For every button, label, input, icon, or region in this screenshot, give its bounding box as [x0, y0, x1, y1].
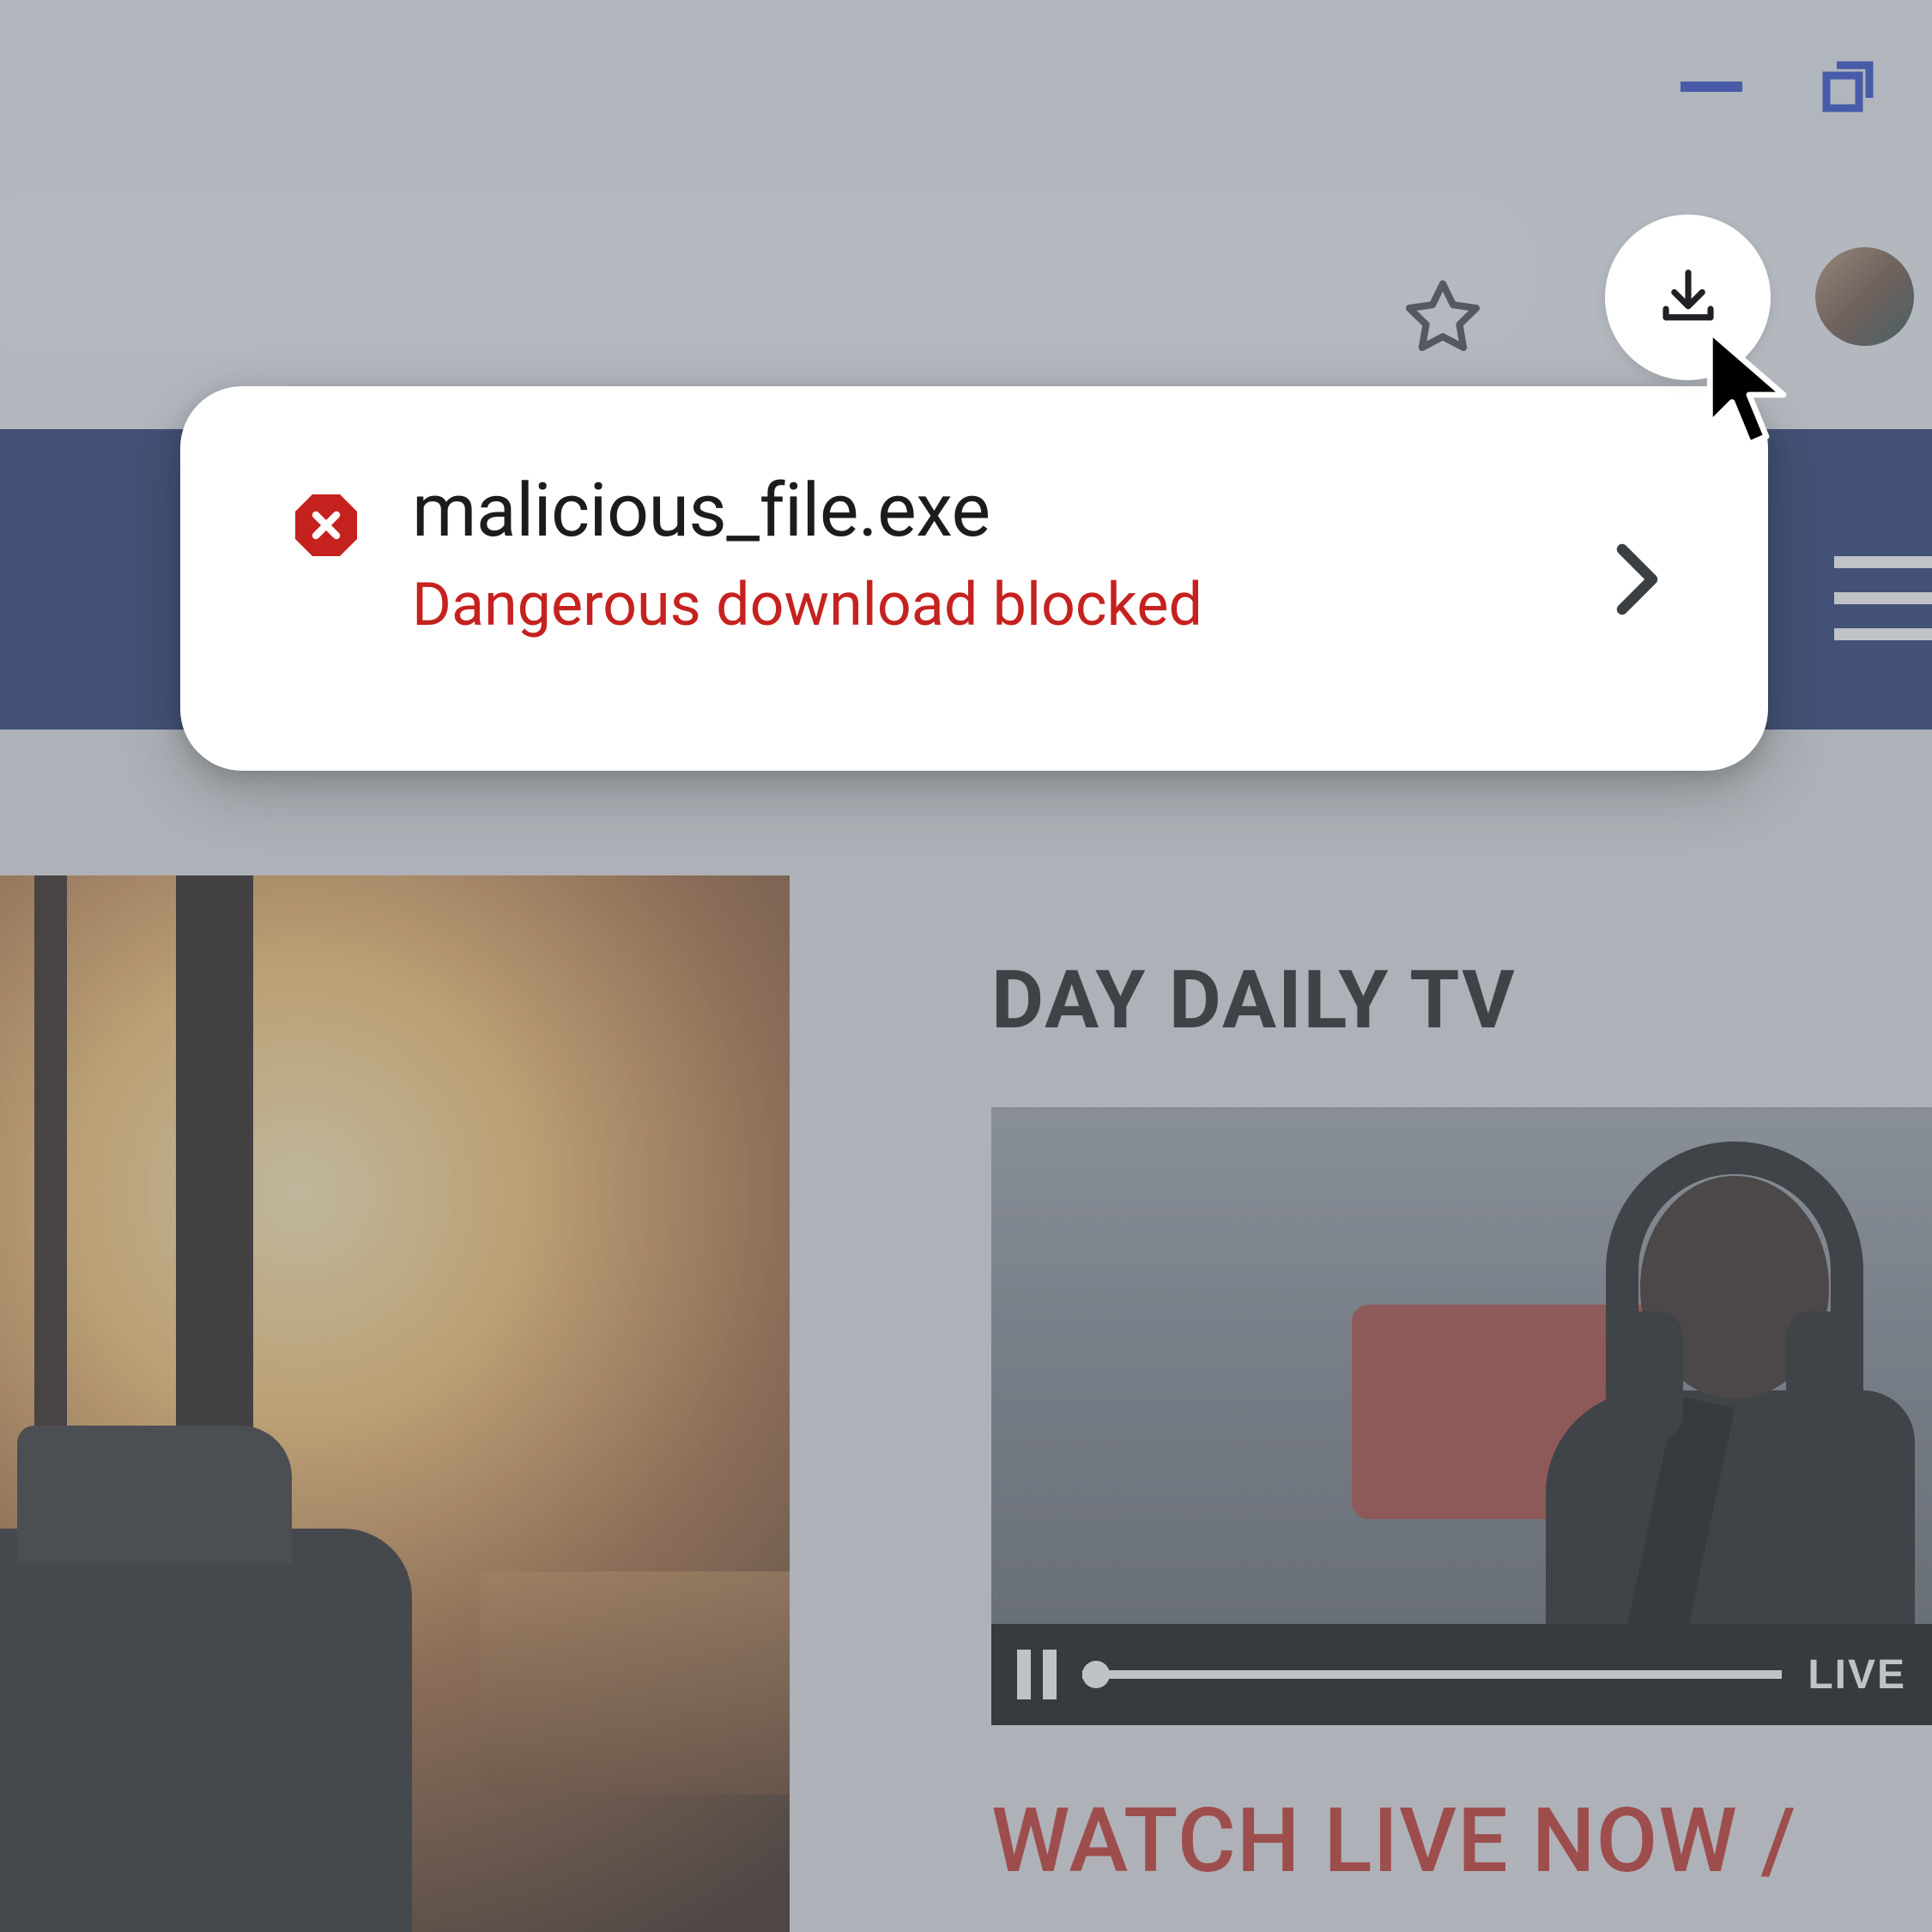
address-bar[interactable]: [0, 196, 1536, 350]
pause-icon[interactable]: [1017, 1650, 1057, 1699]
stop-octagon-icon: [292, 491, 360, 560]
mouse-cursor: [1698, 326, 1801, 467]
profile-avatar[interactable]: [1815, 247, 1914, 346]
live-video-thumbnail[interactable]: LIVE: [991, 1107, 1932, 1725]
video-progress[interactable]: [1082, 1670, 1782, 1679]
article-hero-image: [0, 875, 790, 1932]
chevron-right-icon[interactable]: [1614, 541, 1665, 621]
watch-live-link[interactable]: WATCH LIVE NOW /: [991, 1790, 1796, 1893]
maximize-icon[interactable]: [1821, 60, 1876, 115]
hamburger-icon[interactable]: [1834, 532, 1932, 664]
video-controls: LIVE: [991, 1624, 1932, 1725]
download-filename: malicious_file.exe: [412, 472, 1682, 549]
minimize-icon[interactable]: [1681, 82, 1742, 92]
download-warning-popup: malicious_file.exe Dangerous download bl…: [180, 386, 1768, 771]
live-badge: LIVE: [1808, 1651, 1906, 1699]
star-icon[interactable]: [1401, 275, 1485, 362]
section-title: DAY DAILY TV: [991, 953, 1517, 1047]
window-title-bar: [0, 0, 1932, 189]
download-status: Dangerous download blocked: [412, 570, 1682, 640]
